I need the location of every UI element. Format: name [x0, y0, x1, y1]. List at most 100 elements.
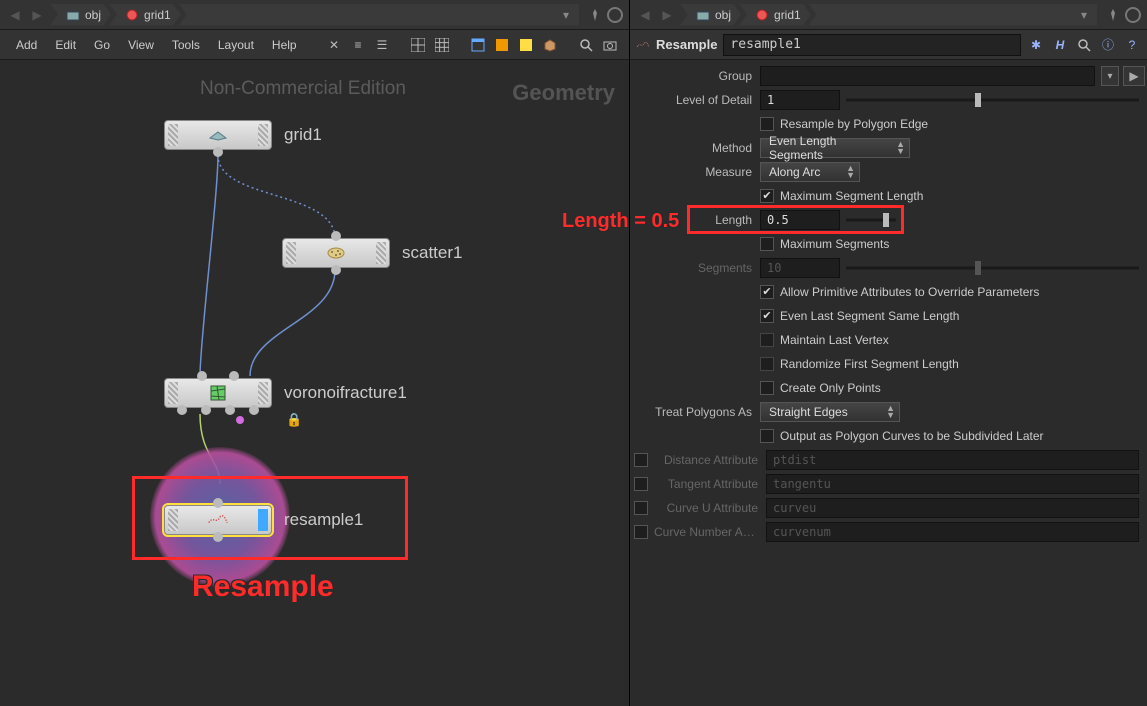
- param-allow-prim: ✔ Allow Primitive Attributes to Override…: [630, 280, 1145, 304]
- param-lod-field[interactable]: 1: [760, 90, 840, 110]
- param-crumb-tail[interactable]: ▾: [809, 4, 1097, 26]
- curveu-attr-label: Curve U Attribute: [654, 501, 766, 515]
- grid-small-icon[interactable]: [408, 35, 428, 55]
- nav-back[interactable]: ◀: [6, 6, 24, 24]
- link-ring-icon[interactable]: [607, 7, 623, 23]
- note-orange-icon[interactable]: [492, 35, 512, 55]
- param-measure-select[interactable]: Along Arc ▲▼: [760, 162, 860, 182]
- group-select-icon[interactable]: ▶: [1123, 66, 1145, 86]
- annotation-box-resample: [132, 476, 408, 560]
- network-canvas[interactable]: Non-Commercial Edition Geometry gr: [0, 60, 629, 706]
- param-dist-attr: Distance Attribute ptdist: [630, 448, 1145, 472]
- curveu-attr-check[interactable]: [634, 501, 648, 515]
- menu-add[interactable]: Add: [8, 34, 45, 56]
- param-curveu-attr: Curve U Attribute curveu: [630, 496, 1145, 520]
- max-seg-len-check[interactable]: ✔: [760, 189, 774, 203]
- param-max-segments: Maximum Segments: [630, 232, 1145, 256]
- param-crumb-grid1[interactable]: grid1: [739, 4, 811, 26]
- info-icon[interactable]: ⓘ: [1099, 36, 1117, 54]
- align-icon[interactable]: ☰: [372, 35, 392, 55]
- wrench-icon[interactable]: ✕: [324, 35, 344, 55]
- node-name-input[interactable]: [723, 34, 1021, 56]
- group-picker-icon[interactable]: ▾: [1101, 66, 1119, 86]
- menu-help[interactable]: Help: [264, 34, 305, 56]
- pin-icon[interactable]: [587, 7, 603, 23]
- even-last-label: Even Last Segment Same Length: [780, 309, 959, 323]
- randomize-first-check: [760, 357, 774, 371]
- folder-icon: [66, 8, 80, 22]
- randomize-first-label: Randomize First Segment Length: [780, 357, 959, 371]
- allow-prim-check[interactable]: ✔: [760, 285, 774, 299]
- param-nav-back[interactable]: ◀: [636, 6, 654, 24]
- param-treat-poly: Treat Polygons As Straight Edges ▲▼: [630, 400, 1145, 424]
- nav-fwd[interactable]: ▶: [28, 6, 46, 24]
- param-segments: Segments 10: [630, 256, 1145, 280]
- help-icon[interactable]: ?: [1123, 36, 1141, 54]
- max-segments-check[interactable]: [760, 237, 774, 251]
- param-treat-poly-select[interactable]: Straight Edges ▲▼: [760, 402, 900, 422]
- param-nav-fwd[interactable]: ▶: [658, 6, 676, 24]
- menu-tools[interactable]: Tools: [164, 34, 208, 56]
- network-menubar: Add Edit Go View Tools Layout Help ✕ ≡ ☰: [0, 30, 629, 60]
- param-link-ring-icon[interactable]: [1125, 7, 1141, 23]
- menu-edit[interactable]: Edit: [47, 34, 84, 56]
- node-grid1[interactable]: grid1: [164, 120, 322, 150]
- crumb-tail[interactable]: ▾: [179, 4, 579, 26]
- op-type-label: Resample: [656, 37, 717, 52]
- list-icon[interactable]: ≡: [348, 35, 368, 55]
- param-lod-label: Level of Detail: [630, 93, 760, 107]
- context-label: Geometry: [512, 80, 615, 106]
- dist-attr-label: Distance Attribute: [654, 453, 766, 467]
- param-crumb-obj[interactable]: obj: [680, 4, 741, 26]
- network-topbar: ◀ ▶ obj grid1 ▾: [0, 0, 629, 30]
- crumb-obj[interactable]: obj: [50, 4, 111, 26]
- param-measure-value: Along Arc: [769, 165, 820, 179]
- dist-attr-check[interactable]: [634, 453, 648, 467]
- note-yellow-icon[interactable]: [516, 35, 536, 55]
- window-icon[interactable]: [468, 35, 488, 55]
- camera-icon[interactable]: [600, 35, 620, 55]
- param-header: Resample ✱ H ⓘ ?: [630, 30, 1147, 60]
- folder-icon: [696, 8, 710, 22]
- parameter-list: Group ▾ ▶ Level of Detail 1 Resample by …: [630, 60, 1147, 706]
- curvenum-attr-check[interactable]: [634, 525, 648, 539]
- resample-polyedge-label: Resample by Polygon Edge: [780, 117, 928, 131]
- crumb-grid1[interactable]: grid1: [109, 4, 181, 26]
- menu-layout[interactable]: Layout: [210, 34, 262, 56]
- param-lod-slider[interactable]: [846, 90, 1139, 110]
- houdini-h-icon[interactable]: H: [1051, 36, 1069, 54]
- create-only-label: Create Only Points: [780, 381, 881, 395]
- tan-attr-check[interactable]: [634, 477, 648, 491]
- parameter-pane: ◀ ▶ obj grid1 ▾ Resample ✱ H: [630, 0, 1147, 706]
- param-segments-label: Segments: [630, 261, 760, 275]
- param-group-field[interactable]: [760, 66, 1095, 86]
- param-pin-icon[interactable]: [1105, 7, 1121, 23]
- param-segments-slider: [846, 258, 1139, 278]
- param-measure: Measure Along Arc ▲▼: [630, 160, 1145, 184]
- param-treat-poly-label: Treat Polygons As: [630, 405, 760, 419]
- param-resample-polyedge: Resample by Polygon Edge: [630, 112, 1145, 136]
- node-scatter1[interactable]: scatter1: [282, 238, 462, 268]
- param-method-select[interactable]: Even Length Segments ▲▼: [760, 138, 910, 158]
- param-method-value: Even Length Segments: [769, 134, 889, 162]
- param-method: Method Even Length Segments ▲▼: [630, 136, 1145, 160]
- node-voronoi[interactable]: voronoifracture1 🔒: [164, 378, 407, 408]
- output-curves-label: Output as Polygon Curves to be Subdivide…: [780, 429, 1044, 443]
- param-maintain-last: Maintain Last Vertex: [630, 328, 1145, 352]
- param-segments-field: 10: [760, 258, 840, 278]
- gear-icon[interactable]: ✱: [1027, 36, 1045, 54]
- even-last-check[interactable]: ✔: [760, 309, 774, 323]
- node-scatter1-label: scatter1: [402, 243, 462, 263]
- box-icon[interactable]: [540, 35, 560, 55]
- node-grid1-label: grid1: [284, 125, 322, 145]
- grid-large-icon[interactable]: [432, 35, 452, 55]
- create-only-check[interactable]: [760, 381, 774, 395]
- param-topbar: ◀ ▶ obj grid1 ▾: [630, 0, 1147, 30]
- output-curves-check[interactable]: [760, 429, 774, 443]
- annotation-length-label: Length = 0.5: [562, 210, 679, 233]
- param-search-icon[interactable]: [1075, 36, 1093, 54]
- search-icon[interactable]: [576, 35, 596, 55]
- menu-go[interactable]: Go: [86, 34, 118, 56]
- menu-view[interactable]: View: [120, 34, 162, 56]
- resample-polyedge-check[interactable]: [760, 117, 774, 131]
